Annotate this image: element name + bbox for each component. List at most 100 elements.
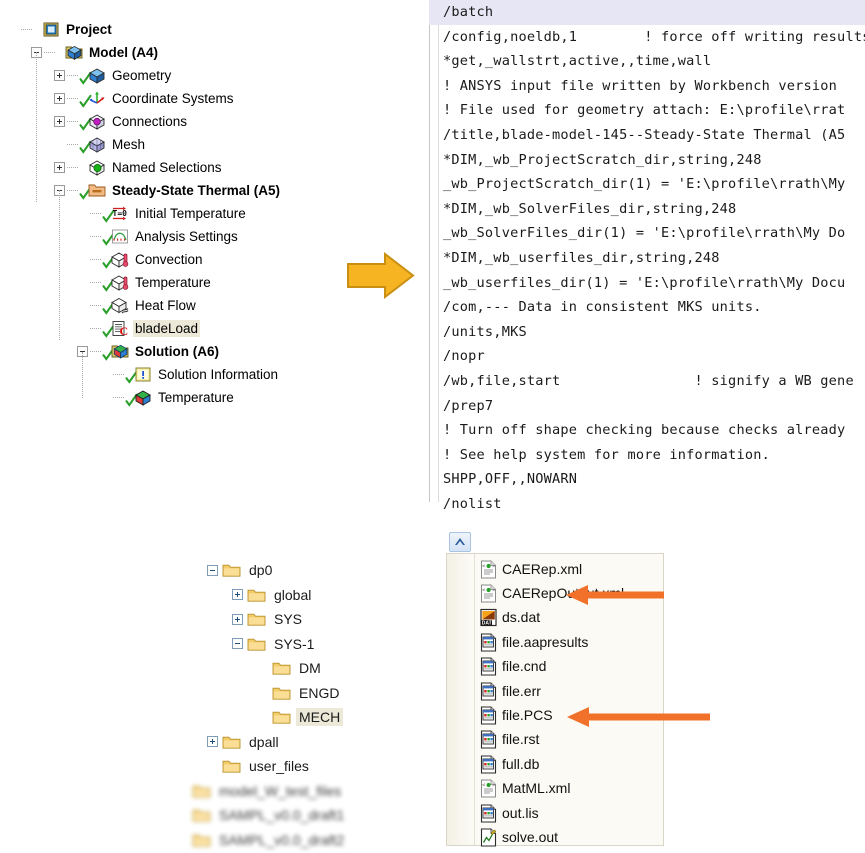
file-list-item[interactable]: file.cnd xyxy=(480,655,661,679)
code-line: _wb_ProjectScratch_dir(1) = 'E:\profile\… xyxy=(443,176,846,193)
folder-row-label: DM xyxy=(299,660,321,677)
file-name-label: out.lis xyxy=(502,804,539,821)
folder-row[interactable]: user_files xyxy=(192,754,442,779)
expander-plus-icon[interactable] xyxy=(54,70,65,81)
outline-row-label: Model (A4) xyxy=(89,45,158,60)
project-folder-tree[interactable]: dp0 global SYS SYS-1 DM ENGD MECH dpall user_fil… xyxy=(192,558,442,852)
file-list-scroll-column[interactable] xyxy=(447,554,475,845)
xml-file-icon: < > xyxy=(480,779,497,798)
outline-row[interactable]: Mesh xyxy=(8,133,408,156)
coordinate-systems-axes-icon xyxy=(88,90,106,107)
outline-row-label: Geometry xyxy=(112,68,172,83)
outline-row-label: Solution (A6) xyxy=(135,344,219,359)
solution-information-icon xyxy=(135,367,151,382)
svg-text:T=0: T=0 xyxy=(113,209,128,218)
folder-row[interactable]: SAMPL_v0.0_draft2 xyxy=(192,828,442,853)
expander-plus-icon[interactable] xyxy=(54,162,65,173)
tree-connector xyxy=(90,212,101,215)
folder-row[interactable]: ENGD xyxy=(192,681,442,706)
tree-connector xyxy=(67,97,78,100)
file-list-item[interactable]: solve.out xyxy=(480,825,661,849)
code-lines-container: /batch/config,noeldb,1 ! force off writi… xyxy=(429,0,865,510)
code-line: /units,MKS xyxy=(443,323,527,340)
tree-connector xyxy=(67,166,78,169)
expander-plus-icon[interactable] xyxy=(54,116,65,127)
file-list-item[interactable]: full.db xyxy=(480,752,661,776)
expander-plus-icon[interactable] xyxy=(207,736,218,748)
tree-connector xyxy=(67,143,78,146)
temperature-result-icon xyxy=(135,390,151,406)
outline-row[interactable]: Geometry xyxy=(8,64,408,87)
expander-minus-icon[interactable] xyxy=(232,638,243,650)
convection-icon xyxy=(111,251,129,268)
file-list-item[interactable]: < > MatML.xml xyxy=(480,777,661,801)
code-line: *DIM,_wb_ProjectScratch_dir,string,248 xyxy=(443,151,762,168)
folder-icon xyxy=(272,709,291,725)
tree-connector xyxy=(67,189,78,192)
folder-icon xyxy=(272,685,291,701)
dat-file-icon: DAT xyxy=(480,609,497,627)
outline-row-label: Heat Flow xyxy=(135,298,196,313)
folder-icon xyxy=(222,758,241,774)
folder-icon xyxy=(192,810,211,822)
file-list-item[interactable]: file.err xyxy=(480,679,661,703)
file-list-item[interactable]: < > CAERep.xml xyxy=(480,557,661,581)
outline-row[interactable]: Steady-State Thermal (A5) xyxy=(8,179,408,202)
folder-row[interactable]: SYS-1 xyxy=(192,632,442,657)
folder-icon xyxy=(222,761,241,773)
folder-icon xyxy=(272,663,291,675)
outline-row[interactable]: Named Selections xyxy=(8,156,408,179)
outline-row[interactable]: Analysis Settings xyxy=(8,225,408,248)
named-selections-green-cube-icon xyxy=(88,159,106,176)
folder-row[interactable]: global xyxy=(192,583,442,608)
generic-data-file-icon xyxy=(480,755,497,774)
folder-row[interactable]: dpall xyxy=(192,730,442,755)
outline-row[interactable]: Solution (A6) xyxy=(8,340,408,363)
code-line: ! File used for geometry attach: E:\prof… xyxy=(443,102,846,119)
outline-row[interactable]: Temperature xyxy=(8,386,408,409)
tree-connector xyxy=(67,120,78,123)
expander-plus-icon[interactable] xyxy=(232,589,243,601)
outline-row[interactable]: CbladeLoad xyxy=(8,317,408,340)
folder-row[interactable]: SAMPL_v0.0_draft1 xyxy=(192,803,442,828)
tree-connector xyxy=(113,373,124,376)
ansys-outline-tree[interactable]: Project Model (A4) Geometry Coordinate Syst… xyxy=(8,18,408,409)
outline-row[interactable]: Model (A4) xyxy=(8,41,408,64)
named-selections-green-cube-icon xyxy=(89,160,105,176)
ansys-input-file-text[interactable]: /batch/config,noeldb,1 ! force off writi… xyxy=(429,0,865,510)
xml-file-icon: < > xyxy=(480,584,497,603)
folder-row[interactable]: MECH xyxy=(192,705,442,730)
expander-plus-icon[interactable] xyxy=(232,613,243,625)
outline-row[interactable]: Coordinate Systems xyxy=(8,87,408,110)
xml-file-icon: < > xyxy=(481,779,496,798)
scroll-up-button[interactable] xyxy=(449,532,471,552)
expander-minus-icon[interactable] xyxy=(207,564,218,576)
heat-flow-icon xyxy=(111,297,129,314)
outline-row[interactable]: Solution Information xyxy=(8,363,408,386)
code-line: /title,blade-model-145--Steady-State The… xyxy=(443,126,846,143)
file-list-item[interactable]: file.aapresults xyxy=(480,630,661,654)
file-name-label: CAERep.xml xyxy=(502,560,583,577)
file-list-item[interactable]: out.lis xyxy=(480,801,661,825)
outline-row[interactable]: Project xyxy=(8,18,408,41)
file-name-label: MatML.xml xyxy=(502,780,571,797)
outline-row[interactable]: Connections xyxy=(8,110,408,133)
file-name-label: file.PCS xyxy=(502,707,553,724)
expander-plus-icon[interactable] xyxy=(54,93,65,104)
outline-row[interactable]: T=0 Initial Temperature xyxy=(8,202,408,225)
folder-icon xyxy=(192,783,211,799)
folder-icon xyxy=(247,614,266,626)
tree-connector xyxy=(21,28,32,31)
callout-arrow-ds-dat xyxy=(550,584,665,611)
folder-row[interactable]: DM xyxy=(192,656,442,681)
folder-row[interactable]: SYS xyxy=(192,607,442,632)
folder-row[interactable]: dp0 xyxy=(192,558,442,583)
folder-row[interactable]: model_W_test_files xyxy=(192,779,442,804)
mesh-cube-icon xyxy=(88,136,106,153)
initial-temperature-icon: T=0 xyxy=(111,205,129,222)
